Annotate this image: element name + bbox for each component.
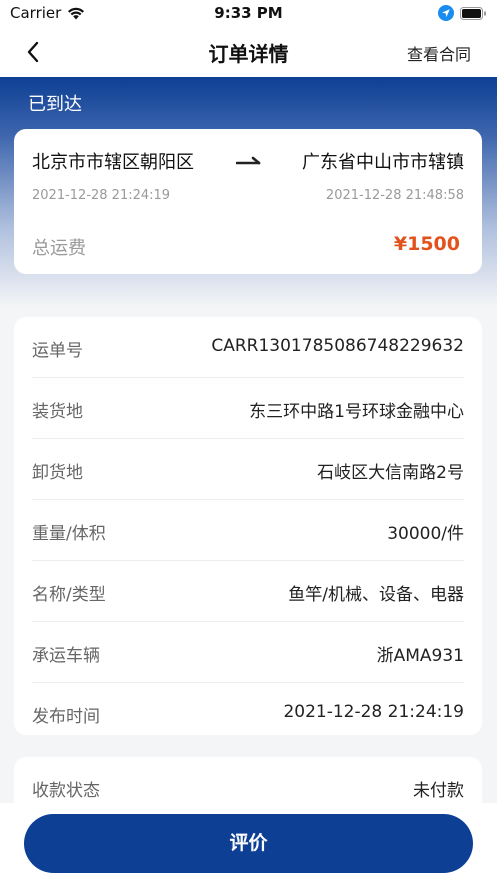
status-right xyxy=(438,5,487,21)
detail-row-loading-place: 装货地 东三环中路1号环球金融中心 xyxy=(32,378,464,439)
detail-value: 鱼竿/机械、设备、电器 xyxy=(288,585,464,605)
view-contract-button[interactable]: 查看合同 xyxy=(407,41,471,65)
origin-time: 2021-12-28 21:24:19 xyxy=(32,188,171,203)
detail-label: 承运车辆 xyxy=(32,646,100,666)
bottom-action-bar: 评价 xyxy=(0,803,497,883)
nav-bar: 订单详情 查看合同 xyxy=(0,28,497,77)
detail-row-weight-volume: 重量/体积 30000/件 xyxy=(32,500,464,561)
detail-row-cargo-type: 名称/类型 鱼竿/机械、设备、电器 xyxy=(32,561,464,622)
destination-time: 2021-12-28 21:48:58 xyxy=(325,188,464,203)
detail-row-unloading-place: 卸货地 石岐区大信南路2号 xyxy=(32,439,464,500)
rate-button[interactable]: 评价 xyxy=(24,814,473,873)
order-status: 已到达 xyxy=(28,94,82,115)
total-fee-value: ¥1500 xyxy=(393,233,460,255)
total-fee-label: 总运费 xyxy=(32,238,86,259)
destination-location: 广东省中山市市辖镇 xyxy=(302,152,464,173)
route-card: 北京市市辖区朝阳区 广东省中山市市辖镇 2021-12-28 21:24:19 … xyxy=(14,129,482,274)
clock: 9:33 PM xyxy=(214,4,283,22)
detail-value: 2021-12-28 21:24:19 xyxy=(283,702,464,722)
detail-value: 浙AMA931 xyxy=(376,646,464,666)
detail-value: 东三环中路1号环球金融中心 xyxy=(249,402,464,422)
detail-label: 装货地 xyxy=(32,402,83,422)
detail-label: 运单号 xyxy=(32,341,83,361)
detail-row-publish-time: 发布时间 2021-12-28 21:24:19 xyxy=(32,683,464,735)
route-arrow-icon xyxy=(236,156,261,165)
payment-status-label: 收款状态 xyxy=(32,781,100,801)
detail-label: 名称/类型 xyxy=(32,585,106,605)
detail-label: 发布时间 xyxy=(32,707,100,727)
origin-location: 北京市市辖区朝阳区 xyxy=(32,152,194,173)
detail-value: 石岐区大信南路2号 xyxy=(317,463,464,483)
detail-row-waybill: 运单号 CARR1301785086748229632 xyxy=(32,317,464,378)
detail-value: CARR1301785086748229632 xyxy=(211,336,464,356)
order-details-card: 运单号 CARR1301785086748229632 装货地 东三环中路1号环… xyxy=(14,317,482,735)
detail-value: 30000/件 xyxy=(387,524,464,544)
detail-row-vehicle: 承运车辆 浙AMA931 xyxy=(32,622,464,683)
detail-label: 重量/体积 xyxy=(32,524,106,544)
payment-status-value: 未付款 xyxy=(413,781,464,801)
detail-label: 卸货地 xyxy=(32,463,83,483)
battery-icon xyxy=(460,6,486,20)
status-bar: Carrier 9:33 PM xyxy=(0,0,497,28)
location-icon xyxy=(438,5,454,21)
